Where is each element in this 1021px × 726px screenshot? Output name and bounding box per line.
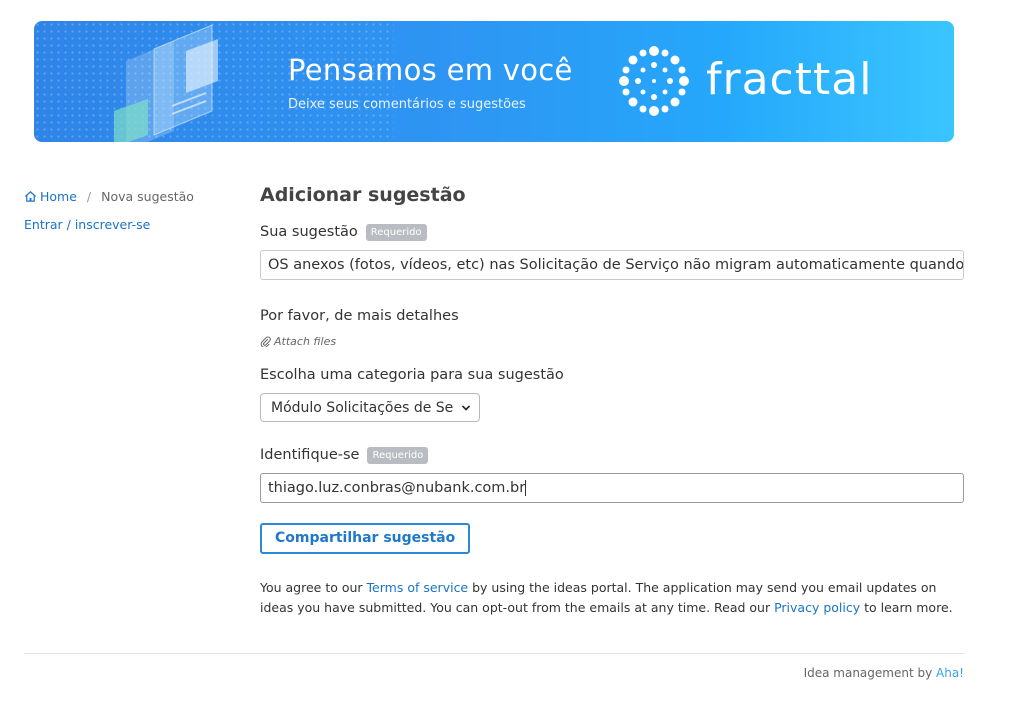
identify-label-row: Identifique-se Requerido: [260, 446, 964, 464]
page-title: Adicionar sugestão: [260, 184, 466, 206]
banner-title: Pensamos em você: [288, 53, 573, 87]
email-input-value: thiago.luz.conbras@nubank.com.br: [268, 480, 526, 496]
required-badge: Requerido: [365, 223, 427, 241]
attach-files-label: Attach files: [274, 335, 337, 348]
suggestion-form: Adicionar sugestão Sua sugestão Requerid…: [260, 183, 964, 631]
aha-link[interactable]: Aha!: [936, 666, 964, 680]
breadcrumb-current: Nova sugestão: [101, 189, 194, 204]
identify-label: Identifique-se: [260, 447, 360, 463]
paperclip-icon: [260, 336, 271, 347]
footer: Idea management by Aha!: [804, 666, 964, 680]
breadcrumb: Home / Nova sugestão: [24, 189, 194, 204]
required-badge: Requerido: [367, 446, 429, 464]
suggestion-input[interactable]: OS anexos (fotos, vídeos, etc) nas Solic…: [260, 250, 964, 280]
suggestion-label: Sua sugestão: [260, 224, 358, 240]
login-signup-link[interactable]: Entrar / inscrever-se: [24, 217, 150, 232]
home-icon: [24, 191, 37, 202]
category-select[interactable]: Módulo Solicitações de Se: [260, 393, 480, 422]
category-label: Escolha uma categoria para sua sugestão: [260, 367, 564, 383]
fracttal-logo-icon: [619, 46, 689, 116]
breadcrumb-home-link[interactable]: Home: [24, 189, 77, 204]
details-label: Por favor, de mais detalhes: [260, 308, 459, 324]
footer-text: Idea management by: [803, 666, 937, 680]
privacy-policy-link[interactable]: Privacy policy: [774, 600, 860, 615]
terms-notice: You agree to our Terms of service by usi…: [260, 578, 964, 618]
category-select-value: Módulo Solicitações de Se: [271, 399, 454, 416]
header-banner: Pensamos em você Deixe seus comentários …: [34, 21, 954, 142]
banner-subtitle: Deixe seus comentários e sugestões: [288, 97, 526, 112]
breadcrumb-home-label: Home: [40, 189, 77, 204]
terms-text-3: to learn more.: [860, 600, 953, 615]
attach-files-link[interactable]: Attach files: [260, 335, 964, 348]
breadcrumb-separator: /: [86, 189, 92, 204]
suggestion-label-row: Sua sugestão Requerido: [260, 223, 964, 241]
terms-text-1: You agree to our: [260, 580, 367, 595]
terms-of-service-link[interactable]: Terms of service: [367, 580, 469, 595]
email-input[interactable]: thiago.luz.conbras@nubank.com.br: [260, 473, 964, 503]
banner-illustration-icon: [114, 24, 218, 142]
footer-divider: [24, 653, 964, 654]
chevron-down-icon: [461, 404, 471, 411]
submit-suggestion-button[interactable]: Compartilhar sugestão: [260, 523, 471, 554]
brand-name: fracttal: [706, 54, 873, 105]
